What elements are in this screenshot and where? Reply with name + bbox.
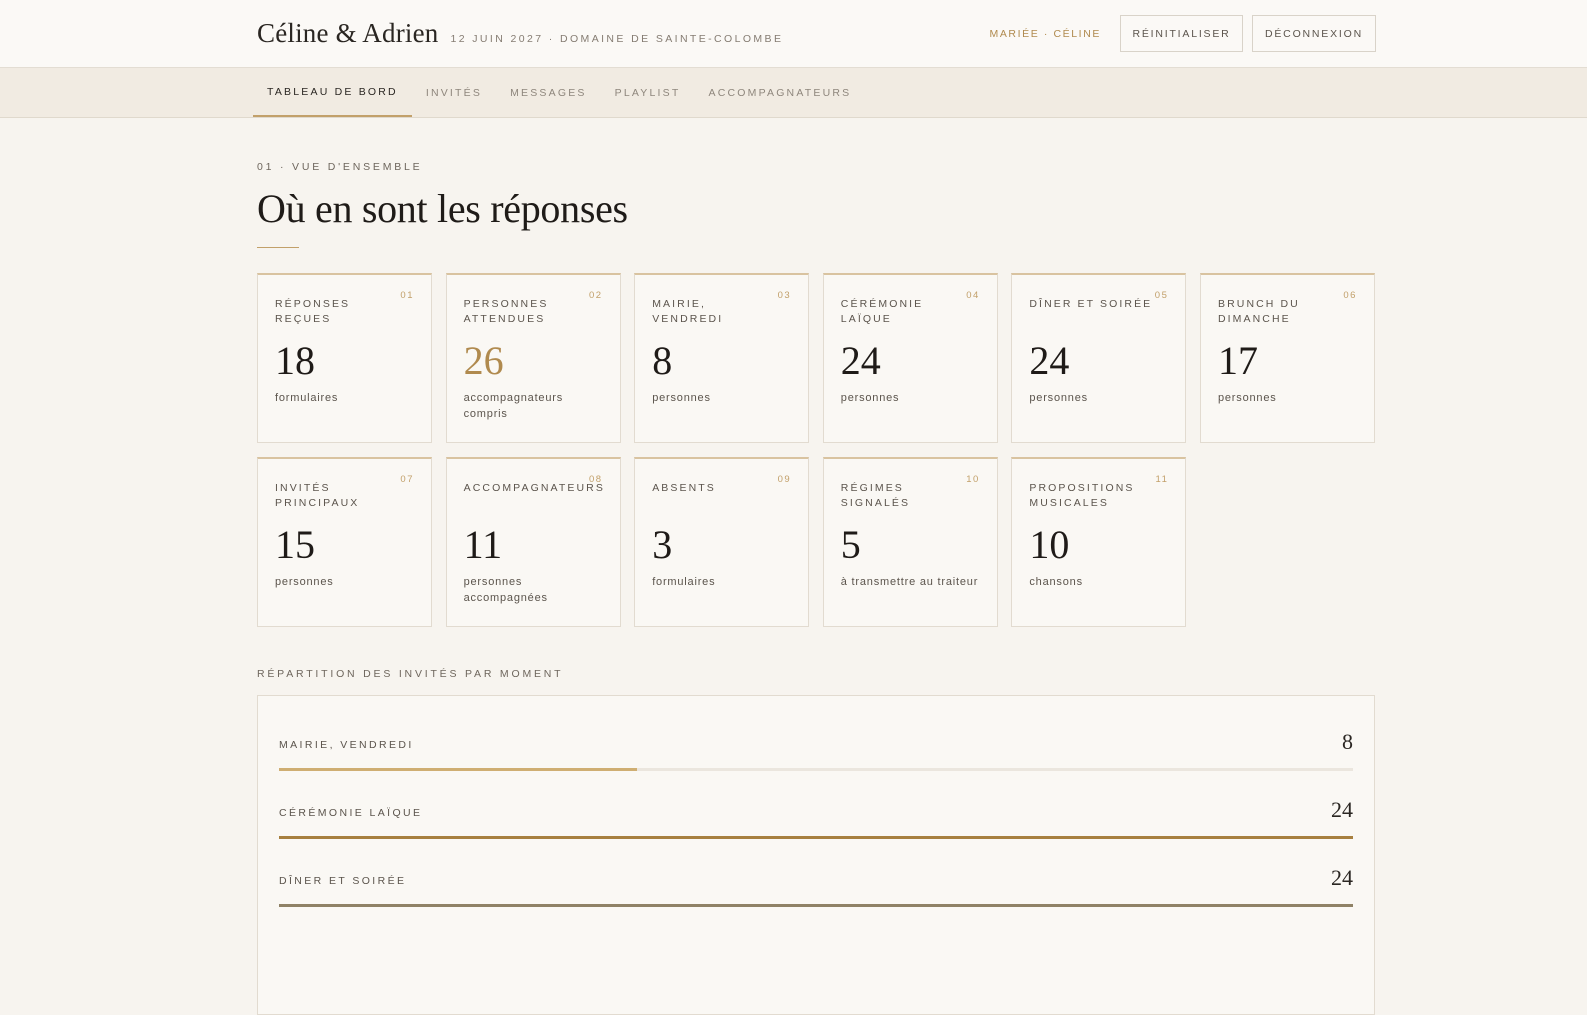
stat-card: 03 Mairie, vendredi 8 personnes xyxy=(634,273,810,443)
card-value: 17 xyxy=(1217,338,1258,383)
stat-card: 11 Propositions musicales 10 chansons xyxy=(1011,457,1187,627)
distribution-title: RÉPARTITION DES INVITÉS PAR MOMENT xyxy=(257,668,564,680)
reset-button[interactable]: RÉINITIALISER xyxy=(1120,15,1243,52)
event-meta: 12 JUIN 2027 · DOMAINE DE SAINTE-COLOMBE xyxy=(450,33,784,45)
distribution-row: MAIRIE, VENDREDI 8 xyxy=(279,726,1353,794)
distribution-row-count: 8 xyxy=(1342,729,1353,754)
nav-tabs: TABLEAU DE BORD INVITÉS MESSAGES PLAYLIST AC… xyxy=(253,68,865,117)
card-unit: personnes accompagnées xyxy=(463,576,548,604)
distribution-row-count: 24 xyxy=(1331,797,1353,822)
card-label: Régimes signalés xyxy=(840,482,911,509)
stat-card: 04 Cérémonie laïque 24 personnes xyxy=(822,273,998,443)
card-unit: personnes xyxy=(1217,392,1277,404)
card-value: 24 xyxy=(840,338,881,383)
distribution-panel: MAIRIE, VENDREDI 8 CÉRÉMONIE LAÏQUE 24 DÎNER… xyxy=(257,695,1375,1015)
card-value: 3 xyxy=(652,522,673,567)
distribution-bar-fill xyxy=(279,836,1353,839)
couple-name: Céline & Adrien xyxy=(257,18,439,48)
tab-playlist[interactable]: PLAYLIST xyxy=(601,68,695,117)
card-number: 07 xyxy=(400,474,414,485)
main-nav: TABLEAU DE BORD INVITÉS MESSAGES PLAYLIST AC… xyxy=(0,68,1587,118)
card-number: 02 xyxy=(589,290,603,301)
card-label: Absents xyxy=(652,482,716,494)
distribution-row-label: DÎNER ET SOIRÉE xyxy=(279,875,407,887)
card-label: Réponses reçues xyxy=(275,298,351,325)
distribution-row-label: CÉRÉMONIE LAÏQUE xyxy=(279,807,423,819)
card-unit: personnes xyxy=(275,576,334,588)
card-unit: personnes xyxy=(652,392,711,404)
user-role-label: MARIÉE · CÉLINE xyxy=(989,27,1101,40)
stat-card: 01 Réponses reçues 18 formulaires xyxy=(257,273,432,443)
distribution-bar-fill xyxy=(279,904,1353,907)
distribution-bar-track xyxy=(279,836,1353,839)
card-unit: formulaires xyxy=(652,576,716,588)
stats-grid: 01 Réponses reçues 18 formulaires 02 Personne… xyxy=(257,273,1375,627)
stat-card: 05 Dîner et soirée 24 personnes xyxy=(1011,273,1187,443)
card-unit: formulaires xyxy=(275,392,339,404)
card-label: Invités principaux xyxy=(275,482,360,509)
tab-tableau-de-bord[interactable]: TABLEAU DE BORD xyxy=(253,68,412,117)
card-label: Personnes attendues xyxy=(463,298,549,325)
card-value: 5 xyxy=(840,522,861,567)
card-label: Dîner et soirée xyxy=(1029,298,1153,310)
logout-button[interactable]: DÉCONNEXION xyxy=(1252,15,1376,52)
distribution-bar-fill xyxy=(279,768,637,771)
distribution-row-label: MAIRIE, VENDREDI xyxy=(279,739,414,751)
app-header: Céline & Adrien 12 JUIN 2027 · DOMAINE D… xyxy=(0,0,1587,68)
page-title: Où en sont les réponses xyxy=(257,186,628,231)
card-number: 04 xyxy=(966,290,980,301)
header-actions: MARIÉE · CÉLINE RÉINITIALISER DÉCONNEXIO… xyxy=(989,15,1376,52)
dashboard-main: 01 · VUE D'ENSEMBLE Où en sont les répon… xyxy=(257,117,1375,1015)
card-number: 08 xyxy=(589,474,603,485)
card-unit: personnes xyxy=(840,392,900,404)
card-value: 26 xyxy=(463,338,504,383)
card-label: Cérémonie laïque xyxy=(840,298,924,325)
card-value: 10 xyxy=(1029,522,1070,567)
card-number: 11 xyxy=(1155,474,1169,485)
card-unit: personnes xyxy=(1029,392,1088,404)
card-number: 06 xyxy=(1343,290,1357,301)
stat-card: 07 Invités principaux 15 personnes xyxy=(257,457,432,627)
card-unit: chansons xyxy=(1029,576,1083,588)
stat-card: 06 Brunch du dimanche 17 personnes xyxy=(1199,273,1375,443)
tab-messages[interactable]: MESSAGES xyxy=(496,68,601,117)
card-value: 15 xyxy=(275,522,315,567)
distribution-bar-track xyxy=(279,768,1353,771)
distribution-row-count: 24 xyxy=(1331,865,1353,890)
card-unit: à transmettre au traiteur xyxy=(840,576,979,588)
card-number: 10 xyxy=(966,474,980,485)
stat-card: 08 Accompagnateurs 11 personnes accompagnée… xyxy=(445,457,621,627)
title-divider xyxy=(257,247,299,248)
card-value: 8 xyxy=(652,338,673,383)
stat-card: 10 Régimes signalés 5 à transmettre au trai… xyxy=(822,457,998,627)
distribution-row: CÉRÉMONIE LAÏQUE 24 xyxy=(279,794,1353,862)
distribution-bar-track xyxy=(279,904,1353,907)
card-label: Propositions musicales xyxy=(1029,482,1135,509)
card-unit: accompagnateurs compris xyxy=(463,392,564,420)
card-value: 24 xyxy=(1029,338,1070,383)
card-number: 03 xyxy=(777,290,792,301)
card-number: 05 xyxy=(1154,290,1169,301)
distribution-row: DÎNER ET SOIRÉE 24 xyxy=(279,862,1353,930)
tab-accompagnateurs[interactable]: ACCOMPAGNATEURS xyxy=(694,68,865,117)
tab-invites[interactable]: INVITÉS xyxy=(412,68,496,117)
card-label: Mairie, vendredi xyxy=(652,298,724,325)
card-label: Accompagnateurs xyxy=(463,482,605,494)
stat-card: 02 Personnes attendues 26 accompagnateurs c… xyxy=(445,273,621,443)
card-number: 01 xyxy=(400,290,414,301)
card-number: 09 xyxy=(777,474,792,485)
section-eyebrow: 01 · VUE D'ENSEMBLE xyxy=(257,161,423,173)
card-value: 11 xyxy=(463,522,503,567)
stat-card: 09 Absents 3 formulaires xyxy=(634,457,810,627)
card-label: Brunch du dimanche xyxy=(1217,298,1300,325)
card-value: 18 xyxy=(275,338,315,383)
brand: Céline & Adrien 12 JUIN 2027 · DOMAINE D… xyxy=(257,18,783,49)
